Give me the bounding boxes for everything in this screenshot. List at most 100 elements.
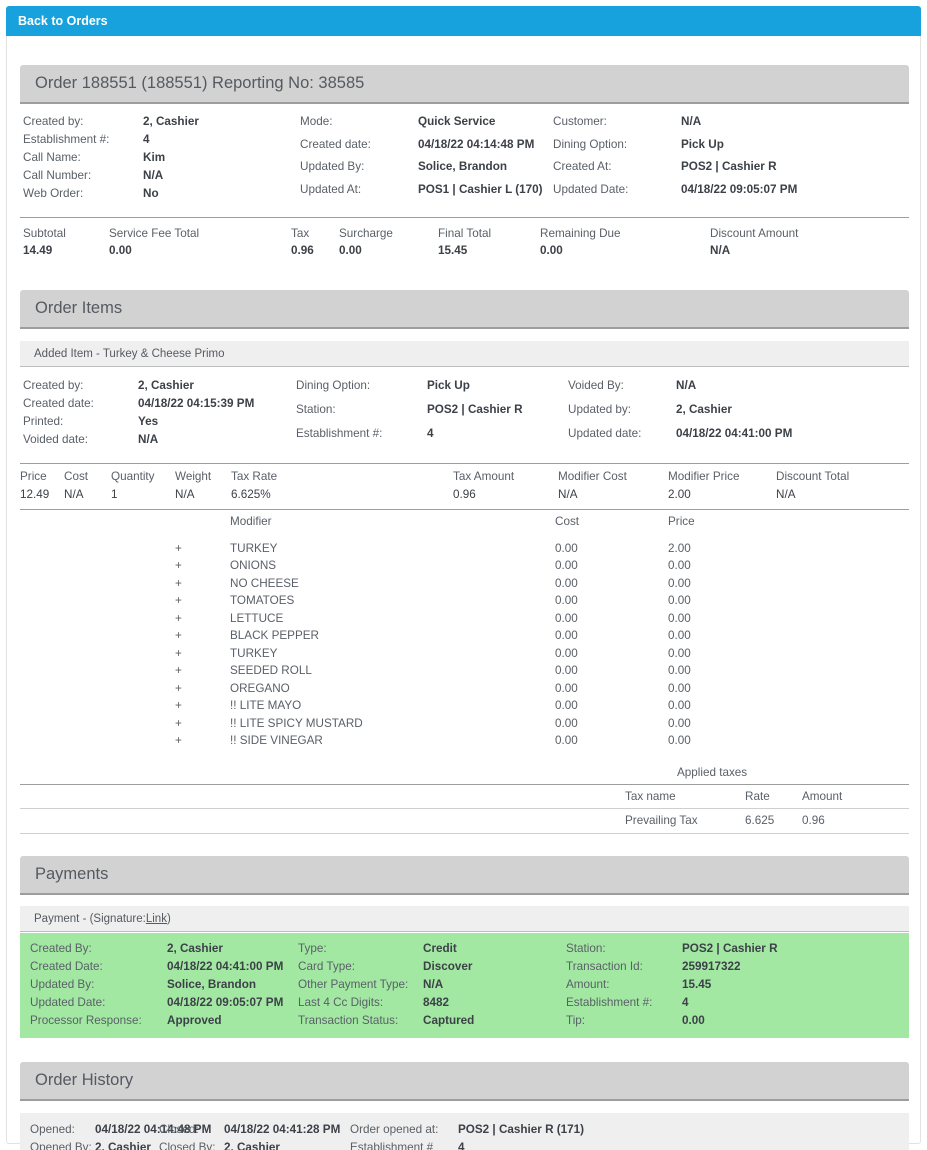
modifier-price: 0.00	[668, 699, 691, 712]
detail-value: 4	[143, 133, 150, 146]
total-label: Service Fee Total	[109, 227, 200, 240]
modifier-price: 0.00	[668, 664, 691, 677]
applied-taxes-title: Applied taxes	[676, 765, 748, 779]
col-header-modifier-cost: Modifier Cost	[558, 470, 627, 483]
detail-value: Quick Service	[418, 115, 496, 128]
col-header-modifier-price: Modifier Price	[668, 470, 740, 483]
detail-value: 2, Cashier	[224, 1141, 280, 1150]
total-label: Discount Amount	[710, 227, 799, 240]
order-details-column-2: Mode: Quick Service Created date: 04/18/…	[300, 113, 553, 203]
detail-value: Pick Up	[681, 137, 724, 151]
modifier-sign: +	[175, 734, 182, 747]
tax-amount: 0.96	[802, 813, 825, 827]
modifier-row: + TURKEY 0.00 0.00	[20, 645, 909, 663]
detail-label: Created Date:	[30, 960, 103, 973]
cell-price: 12.49	[20, 487, 50, 501]
modifier-row: + ONIONS 0.00 0.00	[20, 557, 909, 575]
item-details-column-2: Dining Option: Pick Up Station: POS2 | C…	[296, 377, 568, 449]
detail-value: POS2 | Cashier R (171)	[458, 1123, 585, 1136]
signature-link[interactable]: Link	[146, 913, 167, 925]
detail-value: 8482	[423, 996, 450, 1009]
modifier-sign: +	[175, 559, 182, 572]
top-navigation-bar: Back to Orders	[6, 6, 921, 36]
detail-label: Order opened at:	[350, 1123, 439, 1136]
detail-label: Updated by:	[568, 403, 632, 416]
modifier-cost: 0.00	[555, 646, 578, 660]
detail-value: 04/18/22 09:05:07 PM	[681, 182, 798, 196]
detail-value: 04/18/22 04:41:00 PM	[167, 960, 284, 973]
modifier-sign: +	[175, 629, 182, 642]
modifier-sign: +	[175, 716, 182, 730]
detail-label: Closed:	[159, 1123, 199, 1136]
modifier-sign: +	[175, 576, 182, 590]
col-header-tax-rate-2: Rate	[745, 790, 770, 803]
col-header-weight: Weight	[175, 470, 212, 483]
modifier-name: !! LITE SPICY MUSTARD	[230, 716, 363, 730]
total-value: 14.49	[23, 244, 53, 257]
detail-value: 04/18/22 04:41:00 PM	[676, 427, 793, 440]
applied-taxes-data: Prevailing Tax 6.625 0.96	[20, 812, 909, 830]
detail-label: Processor Response:	[30, 1014, 142, 1027]
detail-label: Tip:	[566, 1014, 586, 1027]
detail-label: Updated By:	[300, 160, 365, 173]
modifier-row: + !! SIDE VINEGAR 0.00 0.00	[20, 732, 909, 750]
detail-value: Discover	[423, 960, 473, 973]
order-history-columns: Opened: 04/18/22 04:14:48 PM Opened By: …	[30, 1121, 909, 1150]
detail-label: Voided By:	[568, 379, 624, 392]
modifier-sign: +	[175, 611, 182, 625]
modifier-name: LETTUCE	[230, 611, 284, 625]
modifier-price: 0.00	[668, 559, 691, 572]
modifier-row: + SEEDED ROLL 0.00 0.00	[20, 662, 909, 680]
modifier-row: + BLACK PEPPER 0.00 0.00	[20, 627, 909, 645]
detail-label: Customer:	[553, 115, 607, 128]
modifier-header-gap	[20, 531, 909, 540]
modifier-name: TURKEY	[230, 541, 278, 555]
modifier-price: 0.00	[668, 611, 691, 625]
detail-label: Created By:	[30, 942, 92, 955]
cell-modifier-cost: N/A	[558, 487, 578, 501]
detail-label: Updated date:	[568, 427, 642, 440]
detail-value: Yes	[138, 415, 159, 428]
modifier-cost: 0.00	[555, 594, 578, 607]
modifier-price: 2.00	[668, 541, 691, 555]
col-header-tax-name: Tax name	[625, 790, 676, 803]
modifier-cost: 0.00	[555, 541, 578, 555]
modifier-row: + TOMATOES 0.00 0.00	[20, 592, 909, 610]
payment-subheader-suffix: )	[166, 912, 171, 925]
modifier-sign: +	[175, 646, 182, 660]
detail-label: Establishment #	[350, 1141, 434, 1150]
detail-label: Created date:	[300, 137, 371, 151]
order-details-block: Created by: 2, Cashier Establishment #: …	[20, 104, 909, 203]
order-item-table: Price Cost Quantity Weight Tax Rate Tax …	[20, 468, 909, 507]
order-history-section-title: Order History	[20, 1062, 909, 1101]
modifier-name: !! SIDE VINEGAR	[230, 734, 323, 747]
modifier-price: 0.00	[668, 646, 691, 660]
detail-label: Updated At:	[300, 182, 362, 196]
total-value: 0.00	[339, 244, 362, 257]
modifier-cost: 0.00	[555, 576, 578, 590]
detail-value: N/A	[676, 379, 697, 392]
back-to-orders-link[interactable]: Back to Orders	[6, 14, 108, 28]
total-remaining-due: Remaining Due 0.00	[540, 225, 710, 260]
detail-label: Mode:	[300, 115, 333, 128]
payment-column-1: Created By: 2, Cashier Created Date: 04/…	[30, 940, 298, 1030]
detail-label: Opened:	[30, 1123, 75, 1136]
total-tax: Tax 0.96	[291, 225, 339, 260]
modifier-row: + OREGANO 0.00 0.00	[20, 680, 909, 698]
modifier-table: Modifier Cost Price + TURKEY 0.00 2.00 +…	[20, 513, 909, 750]
detail-label: Call Name:	[23, 151, 81, 164]
cell-weight: N/A	[175, 487, 195, 501]
detail-value: 0.00	[682, 1014, 705, 1027]
col-header-mod-cost: Cost	[555, 515, 580, 528]
item-details-column-3: Voided By: N/A Updated by: 2, Cashier Up…	[568, 377, 858, 449]
detail-label: Establishment #:	[23, 133, 110, 146]
modifier-cost: 0.00	[555, 734, 578, 747]
detail-label: Created date:	[23, 397, 94, 410]
order-item-details-block: Created by: 2, Cashier Created date: 04/…	[20, 367, 909, 449]
total-value: N/A	[710, 244, 731, 257]
modifier-row: + NO CHEESE 0.00 0.00	[20, 575, 909, 593]
tax-rate: 6.625	[745, 813, 775, 827]
total-label: Final Total	[438, 227, 492, 240]
detail-value: POS2 | Cashier R	[682, 942, 778, 955]
cell-modifier-price: 2.00	[668, 487, 691, 501]
